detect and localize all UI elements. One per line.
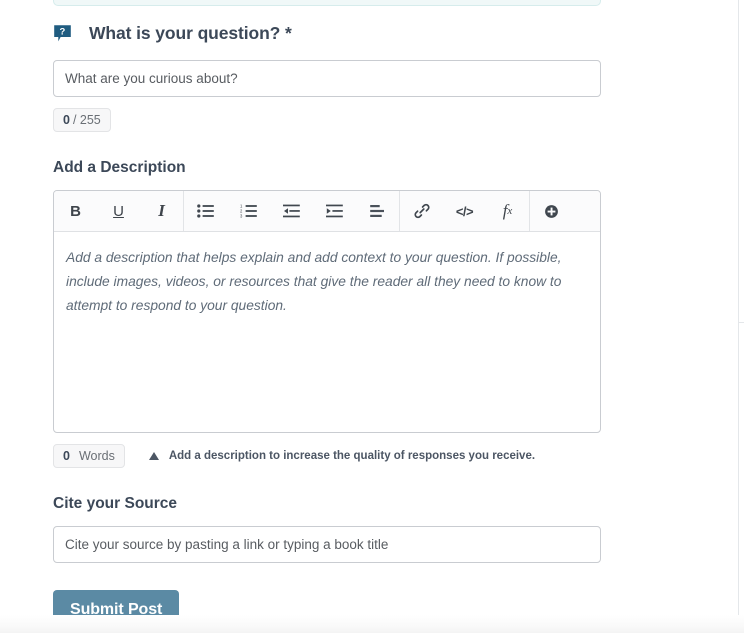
- source-input[interactable]: [53, 526, 601, 563]
- question-input[interactable]: [53, 60, 601, 97]
- question-character-counter: 0 / 255: [53, 108, 111, 132]
- description-hint-text: Add a description to increase the qualit…: [168, 450, 536, 462]
- outdent-button[interactable]: [270, 191, 313, 231]
- formula-button[interactable]: fx: [486, 191, 529, 231]
- create-post-form: ? What is your question? * 0 / 255 Add a…: [53, 0, 601, 631]
- description-word-counter: 0 Words: [53, 444, 125, 468]
- description-placeholder: Add a description that helps explain and…: [66, 250, 562, 313]
- svg-text:?: ?: [59, 26, 65, 37]
- right-panel-rule: [739, 322, 744, 323]
- source-heading: Cite your Source: [53, 495, 178, 512]
- link-button[interactable]: [400, 191, 443, 231]
- bulleted-list-button[interactable]: [184, 191, 227, 231]
- right-panel-divider: [738, 0, 739, 633]
- code-button[interactable]: </>: [443, 191, 486, 231]
- description-footer: 0 Words Add a description to increase th…: [53, 433, 601, 468]
- editor-toolbar: B U I 1 2 3 </> f x: [54, 191, 600, 232]
- svg-text:3: 3: [240, 214, 243, 218]
- question-heading-row: ? What is your question? *: [53, 19, 601, 47]
- page-bottom-band: [0, 615, 744, 633]
- description-word-count: 0: [63, 449, 70, 463]
- bold-button[interactable]: B: [54, 191, 97, 231]
- formula-sub: x: [507, 205, 513, 217]
- description-editor: B U I 1 2 3 </> f x Add a description th…: [53, 190, 601, 433]
- description-word-unit: Words: [78, 449, 115, 463]
- align-left-button[interactable]: [356, 191, 399, 231]
- description-textarea[interactable]: Add a description that helps explain and…: [54, 232, 600, 432]
- description-hint: Add a description to increase the qualit…: [148, 450, 536, 462]
- question-counter-max: / 255: [72, 113, 101, 127]
- italic-button[interactable]: I: [140, 191, 183, 231]
- description-heading: Add a Description: [53, 159, 186, 176]
- underline-button[interactable]: U: [97, 191, 140, 231]
- question-label: What is your question? *: [89, 22, 292, 43]
- warning-triangle-icon: [148, 452, 159, 460]
- indent-button[interactable]: [313, 191, 356, 231]
- numbered-list-button[interactable]: 1 2 3: [227, 191, 270, 231]
- question-counter-current: 0: [63, 113, 70, 127]
- question-speech-bubble-icon: ?: [53, 24, 72, 43]
- insert-button[interactable]: [530, 191, 573, 231]
